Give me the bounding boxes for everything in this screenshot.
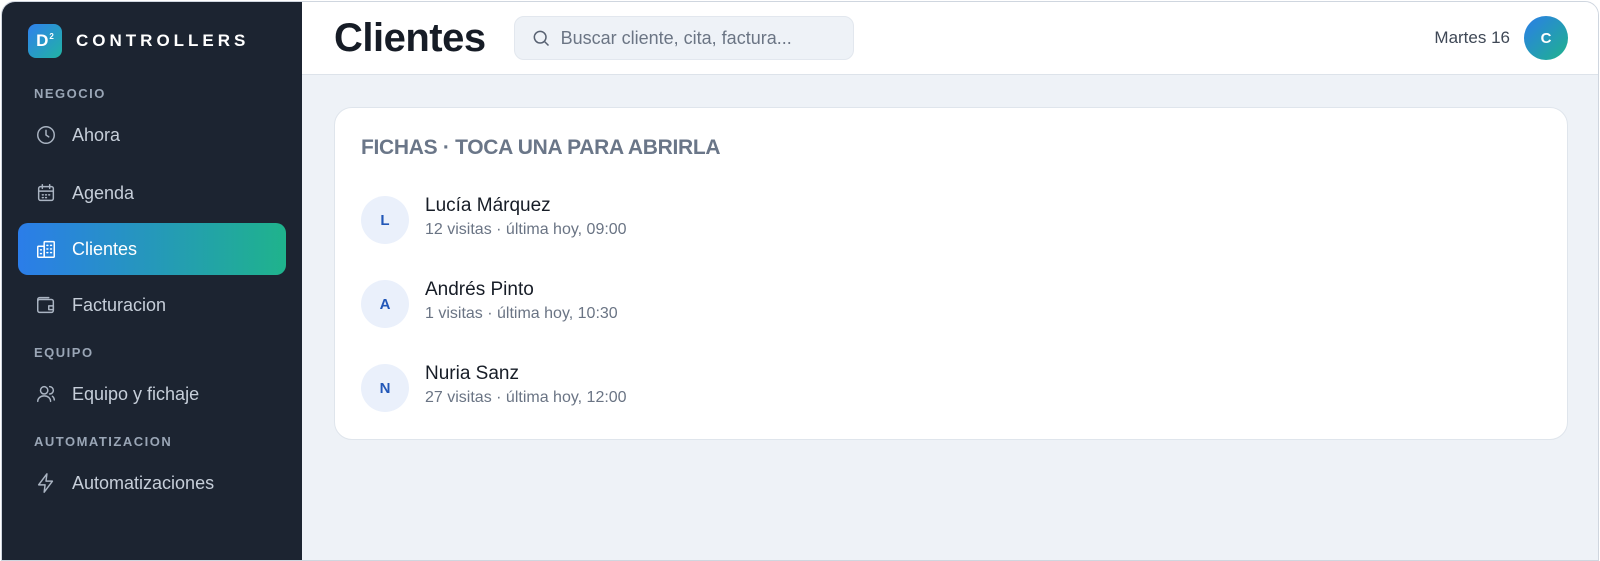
lightning-icon [34, 471, 58, 495]
sidebar-item-clientes[interactable]: Clientes [18, 223, 286, 275]
sidebar: D2 CONTROLLERS NEGOCIO Ahora Agenda Clie… [2, 2, 302, 560]
sidebar-item-equipo[interactable]: Equipo y fichaje [18, 368, 286, 420]
client-name: Lucía Márquez [425, 195, 551, 216]
search-input[interactable] [560, 27, 841, 49]
sidebar-item-agenda[interactable]: Agenda [18, 167, 286, 219]
brand-logo-sup: 2 [49, 31, 54, 41]
wallet-icon [34, 293, 58, 317]
client-avatar: L [361, 196, 409, 244]
brand[interactable]: D2 CONTROLLERS [18, 2, 286, 80]
section-label-automatizacion: AUTOMATIZACION [34, 434, 173, 449]
sidebar-item-label: Equipo y fichaje [72, 383, 200, 404]
clients-card: FICHAS · TOCA UNA PARA ABRIRLA L Lucía M… [334, 107, 1568, 440]
sidebar-item-label: Ahora [72, 124, 121, 145]
sidebar-item-label: Automatizaciones [72, 472, 215, 493]
sidebar-item-label: Facturacion [72, 294, 167, 315]
brand-name: CONTROLLERS [76, 31, 250, 50]
main-content: Clientes Martes 16 C FICHAS · TOCA UNA P… [302, 2, 1598, 560]
user-icon [34, 382, 58, 406]
client-info: Andrés Pinto 1 visitas · última hoy, 10:… [425, 279, 618, 323]
user-avatar[interactable]: C [1524, 16, 1568, 60]
search-box[interactable] [513, 16, 854, 60]
app-window: D2 CONTROLLERS NEGOCIO Ahora Agenda Clie… [1, 1, 1599, 561]
list-item-client[interactable]: N Nuria Sanz 27 visitas · última hoy, 12… [361, 346, 1541, 430]
sidebar-item-ahora[interactable]: Ahora [18, 109, 286, 161]
calendar-icon [34, 181, 58, 205]
client-info: Lucía Márquez 12 visitas · última hoy, 0… [425, 195, 627, 239]
date-label: Martes 16 [1434, 28, 1510, 47]
client-meta: 12 visitas · última hoy, 09:00 [425, 221, 627, 238]
list-item-client[interactable]: L Lucía Márquez 12 visitas · última hoy,… [361, 178, 1541, 262]
client-avatar: N [361, 364, 409, 412]
sidebar-item-label: Agenda [72, 182, 135, 203]
client-list: L Lucía Márquez 12 visitas · última hoy,… [361, 178, 1541, 430]
brand-logo-letter: D [36, 31, 49, 50]
sidebar-item-facturacion[interactable]: Facturacion [18, 279, 286, 331]
section-label-negocio: NEGOCIO [34, 86, 106, 101]
client-name: Andrés Pinto [425, 279, 534, 300]
client-avatar: A [361, 280, 409, 328]
client-meta: 1 visitas · última hoy, 10:30 [425, 305, 618, 322]
clock-icon [34, 123, 58, 147]
building-icon [34, 237, 58, 261]
brand-logo: D2 [28, 24, 62, 58]
page-title: Clientes [334, 15, 486, 60]
card-title: FICHAS · TOCA UNA PARA ABRIRLA [361, 136, 721, 159]
search-icon [533, 30, 549, 47]
topbar: Clientes Martes 16 C [302, 2, 1598, 75]
section-label-equipo: EQUIPO [34, 345, 94, 360]
sidebar-item-automatizaciones[interactable]: Automatizaciones [18, 457, 286, 509]
list-item-client[interactable]: A Andrés Pinto 1 visitas · última hoy, 1… [361, 262, 1541, 346]
sidebar-item-label: Clientes [72, 238, 138, 259]
client-name: Nuria Sanz [425, 363, 519, 384]
client-meta: 27 visitas · última hoy, 12:00 [425, 389, 627, 406]
client-info: Nuria Sanz 27 visitas · última hoy, 12:0… [425, 363, 627, 407]
